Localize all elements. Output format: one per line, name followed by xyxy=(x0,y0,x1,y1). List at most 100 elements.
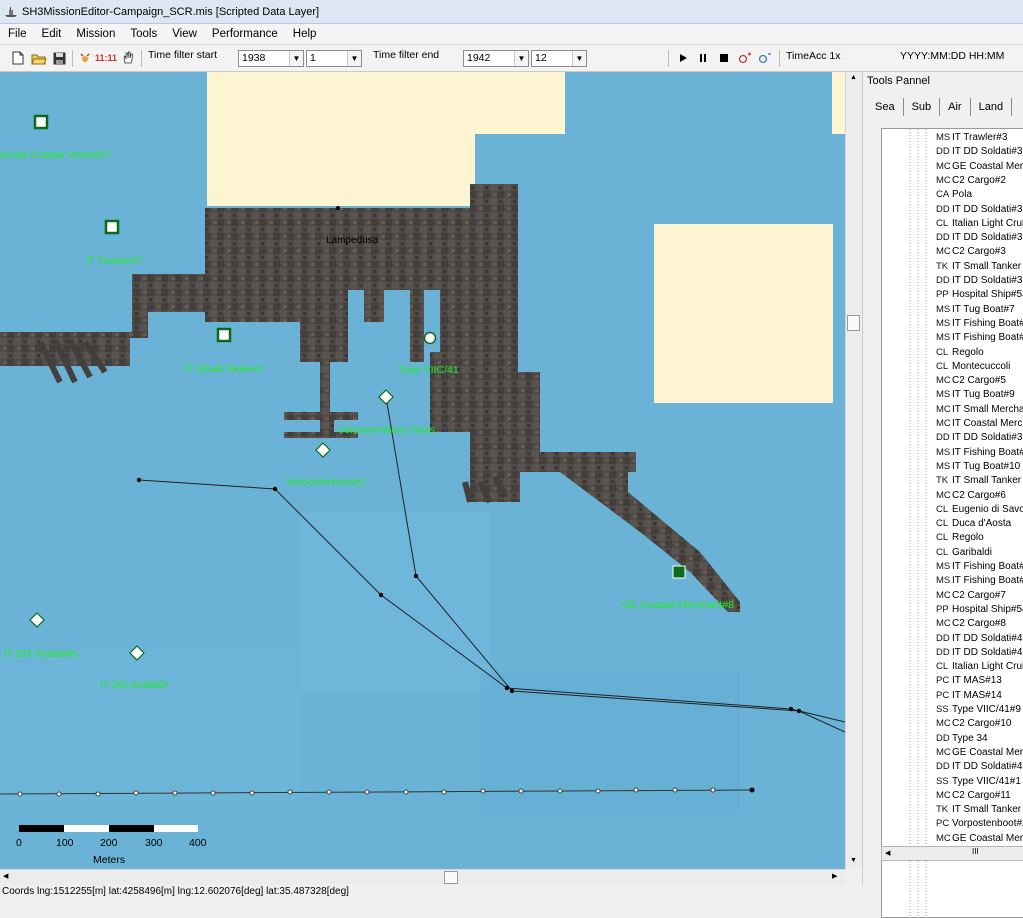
menu-view[interactable]: View xyxy=(164,28,204,40)
menu-mission[interactable]: Mission xyxy=(68,28,122,40)
unit-marker[interactable] xyxy=(33,114,49,130)
scroll-thumb[interactable] xyxy=(444,871,458,884)
unit-label: IT DD Soldati# xyxy=(100,679,169,691)
scroll-right-icon[interactable]: ▶ xyxy=(832,872,837,880)
tree-item-label: IT MAS#14 xyxy=(952,689,1002,701)
tree-item-label: IT Coastal Merch xyxy=(952,418,1023,429)
tree-item-label: IT Trawler#3 xyxy=(952,132,1008,143)
scroll-thumb-grip[interactable]: III xyxy=(972,847,979,856)
open-folder-icon[interactable] xyxy=(30,49,48,67)
tree-item-type: MS xyxy=(936,561,951,572)
save-icon[interactable] xyxy=(51,49,67,67)
tab-land[interactable]: Land xyxy=(971,98,1013,116)
tree-item-label: C2 Cargo#10 xyxy=(952,718,1012,730)
island-label: Lampedusa xyxy=(326,235,379,246)
menu-edit[interactable]: Edit xyxy=(34,28,69,40)
tree-item-label: IT Fishing Boat# xyxy=(952,446,1023,458)
tree-item-label: IT Tug Boat#9 xyxy=(952,389,1015,401)
scroll-left-icon[interactable]: ◀ xyxy=(3,872,8,880)
tree-horizontal-scrollbar[interactable]: ◀ III xyxy=(881,846,1023,861)
start-year-select[interactable]: 1938 ▼ xyxy=(238,50,304,67)
unit-marker[interactable] xyxy=(29,612,45,628)
scroll-down-icon[interactable]: ▼ xyxy=(850,857,857,864)
chevron-down-icon[interactable]: ▼ xyxy=(347,51,361,66)
slow-down-icon[interactable] xyxy=(757,49,773,67)
tree-item-type: MS xyxy=(936,303,951,315)
tab-air[interactable]: Air xyxy=(940,98,971,116)
chevron-down-icon[interactable]: ▼ xyxy=(514,51,528,66)
tree-item-type: DD xyxy=(936,203,950,215)
tree-item-label: GE Coastal Merc xyxy=(952,746,1023,758)
unit-marker[interactable] xyxy=(423,331,437,345)
unit-marker[interactable] xyxy=(216,327,232,343)
tab-sea[interactable]: Sea xyxy=(867,98,904,116)
tree-item-label: Type VIIC/41#9 xyxy=(952,704,1021,715)
tree-item-type: TK xyxy=(936,260,949,272)
tree-item-type: DD xyxy=(936,646,950,658)
scroll-thumb[interactable] xyxy=(847,315,860,331)
tree-item-type: MC xyxy=(936,789,951,801)
play-icon[interactable] xyxy=(676,49,690,67)
scroll-up-icon[interactable]: ▲ xyxy=(850,74,857,81)
unit-marker[interactable] xyxy=(378,389,394,405)
tree-item-type: DD xyxy=(936,732,950,744)
tree-item-label: IT Small Tanker xyxy=(952,260,1022,272)
tree-item-label: C2 Cargo#7 xyxy=(952,589,1006,601)
unit-marker[interactable] xyxy=(104,219,120,235)
map-vertical-scrollbar[interactable]: ▲ ▼ xyxy=(845,72,861,869)
end-month-select[interactable]: 12 ▼ xyxy=(531,50,587,67)
tab-sub[interactable]: Sub xyxy=(904,98,941,116)
tree-item-type: PP xyxy=(936,603,949,615)
tree-item-label: IT DD Soldati#4 xyxy=(952,632,1023,644)
tree-item-label: IT DD Soldati#4 xyxy=(952,761,1023,773)
stop-icon[interactable] xyxy=(717,49,731,67)
unit-tree[interactable]: MS IT Trawler#3 DD IT DD Soldati#3 MC GE Coas… xyxy=(881,128,1023,918)
speed-up-icon[interactable] xyxy=(737,49,753,67)
pan-hand-icon[interactable] xyxy=(120,49,136,67)
tree-item-label: C2 Cargo#5 xyxy=(952,375,1006,387)
menu-tools[interactable]: Tools xyxy=(122,28,164,40)
tree-item-type: PP xyxy=(936,289,949,301)
tree-item-label: Regolo xyxy=(952,346,984,358)
new-file-icon[interactable] xyxy=(10,49,26,67)
chevron-down-icon[interactable]: ▼ xyxy=(289,51,303,66)
start-year-value: 1938 xyxy=(242,52,266,64)
tree-item-type: PC xyxy=(936,689,950,701)
tree-item-label: GE Coastal Merc xyxy=(952,160,1023,172)
tree-item-type: PC xyxy=(936,675,950,687)
scale-tick: 0 xyxy=(16,837,22,849)
tree-item-type: MC xyxy=(936,174,951,186)
tree-item-label: Type 34 xyxy=(952,732,988,744)
map-horizontal-scrollbar[interactable]: ◀ ▶ xyxy=(0,869,845,885)
scroll-left-icon[interactable]: ◀ xyxy=(885,849,890,857)
menu-file[interactable]: File xyxy=(0,28,34,40)
tree-item-label: Type VIIC/41#1 xyxy=(952,775,1021,787)
map-canvas[interactable]: Small Coastal Vessel#7 IT Trawler#7 IT S… xyxy=(0,72,845,869)
tree-item-type: MC xyxy=(936,832,951,844)
tree-item-type: MC xyxy=(936,618,951,630)
clock-icon[interactable]: 11:11 xyxy=(95,49,117,67)
tree-item-label: Montecuccoli xyxy=(952,360,1011,372)
pause-icon[interactable] xyxy=(696,49,710,67)
tree-item-type: MS xyxy=(936,446,951,458)
scale-bar xyxy=(19,825,198,832)
tree-item-label: Duca d'Aosta xyxy=(952,518,1012,530)
unit-marker[interactable] xyxy=(315,442,331,458)
tree-item-label: IT Tug Boat#10 xyxy=(952,460,1021,472)
menu-help[interactable]: Help xyxy=(285,28,324,40)
chevron-down-icon[interactable]: ▼ xyxy=(572,51,586,66)
title-bar: SH3MissionEditor-Campaign_SCR.mis [Scrip… xyxy=(0,0,1023,24)
add-unit-icon[interactable] xyxy=(78,49,92,67)
tree-item-type: DD xyxy=(936,146,950,158)
start-month-select[interactable]: 1 ▼ xyxy=(306,50,362,67)
tree-item-type: MC xyxy=(936,375,951,387)
tree-item-type: DD xyxy=(936,275,950,286)
tree-item-label: IT DD Soldati#3 xyxy=(952,203,1023,215)
end-year-select[interactable]: 1942 ▼ xyxy=(463,50,529,67)
tree-item-type: TK xyxy=(936,804,949,816)
unit-marker[interactable] xyxy=(672,565,686,579)
menu-performance[interactable]: Performance xyxy=(204,28,285,40)
unit-label: Vorpostenboot Class xyxy=(338,424,435,436)
scale-unit: Meters xyxy=(93,854,126,866)
unit-label: IT DD Soldati#5 xyxy=(4,648,78,660)
